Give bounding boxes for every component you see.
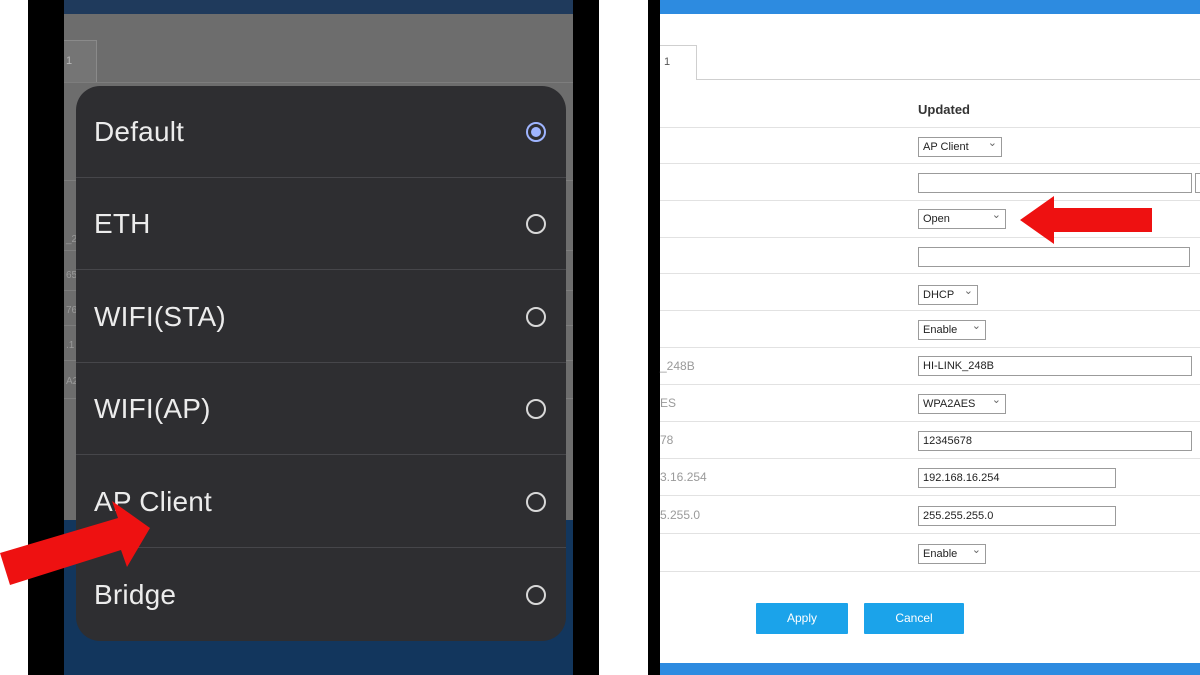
option-label: ETH — [94, 207, 151, 239]
row-divider — [660, 347, 1200, 348]
background-tab-label: 1 — [66, 55, 73, 67]
radio-icon[interactable] — [526, 213, 546, 234]
row-divider — [660, 458, 1200, 459]
current-encryption: ES — [660, 396, 677, 410]
radio-icon[interactable] — [526, 398, 546, 419]
option-label: Default — [94, 115, 185, 147]
enable-select[interactable]: Enable — [918, 543, 986, 564]
addressing-select[interactable]: DHCP — [918, 284, 978, 305]
background-divider — [64, 82, 573, 83]
password-input[interactable]: 12345678 — [918, 431, 1192, 451]
tab-underline — [696, 79, 1200, 80]
radio-icon[interactable] — [526, 585, 546, 605]
router-settings-page: 1 Updated _248B ES 78 3.16.254 5.255.0 A… — [660, 0, 1200, 675]
text-field-4[interactable] — [918, 247, 1190, 267]
row-divider — [660, 421, 1200, 422]
option-label: WIFI(AP) — [94, 392, 211, 424]
cancel-button[interactable]: Cancel — [864, 603, 964, 634]
settings-tab-label: 1 — [664, 56, 671, 68]
option-default[interactable]: Default — [76, 86, 566, 178]
background-text-fragment: .1 — [66, 340, 75, 351]
option-eth[interactable]: ETH — [76, 178, 566, 270]
radio-selected-icon[interactable] — [526, 121, 546, 142]
radio-icon[interactable] — [526, 491, 546, 512]
current-mask: 5.255.0 — [660, 508, 701, 522]
ip-address-input[interactable]: 192.168.16.254 — [918, 468, 1116, 488]
option-label: WIFI(STA) — [94, 300, 226, 332]
row-divider — [660, 571, 1200, 572]
field-2-side-button[interactable] — [1195, 173, 1200, 193]
app-top-bar — [64, 0, 573, 14]
row-divider — [660, 310, 1200, 311]
row-divider — [660, 533, 1200, 534]
column-header-updated: Updated — [918, 102, 970, 117]
current-password: 78 — [660, 433, 674, 447]
red-arrow-icon — [1020, 196, 1152, 244]
router-web-ui-panel: 1 Updated _248B ES 78 3.16.254 5.255.0 A… — [648, 0, 1200, 675]
settings-tab[interactable]: 1 — [660, 45, 697, 80]
encryption-select[interactable]: WPA2AES — [918, 393, 1006, 414]
subnet-mask-input[interactable]: 255.255.255.0 — [918, 506, 1116, 526]
bottom-accent-bar — [660, 663, 1200, 675]
red-arrow-icon — [0, 501, 150, 585]
row-divider — [660, 495, 1200, 496]
row-divider — [660, 273, 1200, 274]
background-tab: 1 — [64, 40, 97, 83]
radio-icon[interactable] — [526, 306, 546, 327]
apply-button[interactable]: Apply — [756, 603, 848, 634]
row-divider — [660, 163, 1200, 164]
mode-select[interactable]: AP Client — [918, 136, 1002, 157]
current-ip: 3.16.254 — [660, 470, 707, 484]
option-wifi-ap[interactable]: WIFI(AP) — [76, 363, 566, 455]
row-divider — [660, 384, 1200, 385]
enable-select[interactable]: Enable — [918, 319, 986, 340]
current-ssid: _248B — [660, 359, 695, 373]
row-divider — [660, 127, 1200, 128]
top-accent-bar — [660, 0, 1200, 14]
encryption-type-select[interactable]: Open — [918, 208, 1006, 229]
ssid-input[interactable]: HI-LINK_248B — [918, 356, 1192, 376]
text-field-2[interactable] — [918, 173, 1192, 193]
option-wifi-sta[interactable]: WIFI(STA) — [76, 271, 566, 363]
